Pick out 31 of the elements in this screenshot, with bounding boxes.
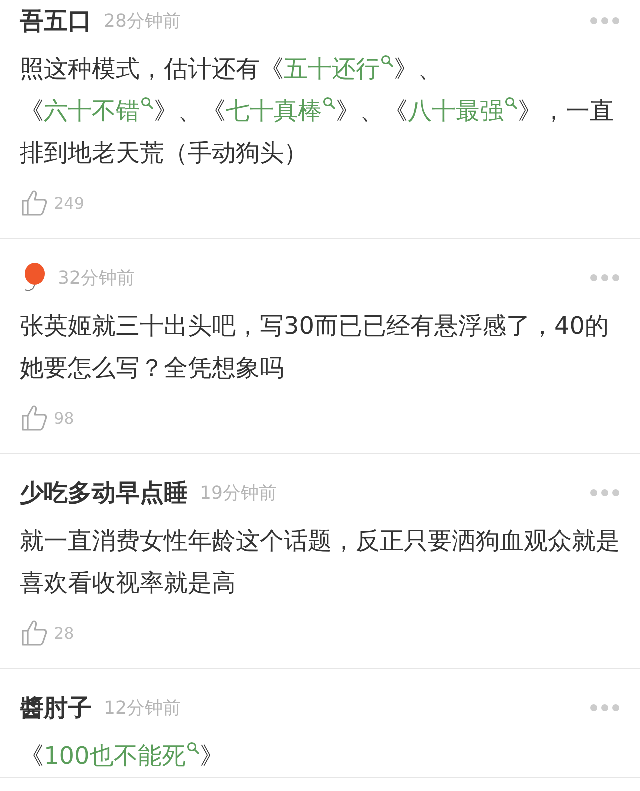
search-icon xyxy=(323,97,336,110)
like-count: 249 xyxy=(54,194,85,212)
search-icon xyxy=(141,97,154,110)
search-icon xyxy=(381,55,394,68)
like-count: 98 xyxy=(54,408,74,428)
search-icon xyxy=(186,742,200,755)
search-link[interactable]: 六十不错 xyxy=(44,97,154,125)
search-link[interactable]: 100也不能死 xyxy=(44,742,200,770)
more-icon[interactable] xyxy=(590,489,620,497)
comment-text: 《100也不能死 》 xyxy=(20,741,225,772)
like-count: 28 xyxy=(54,624,74,642)
thumbs-up-icon[interactable] xyxy=(20,404,48,432)
username[interactable]: 少吃多动早点睡 xyxy=(20,477,188,509)
timestamp: 28分钟前 xyxy=(104,10,181,33)
comment-text: 张英姬就三十出头吧，写30而已已经有悬浮感了，40的她要怎么写？全凭想象吗 xyxy=(20,311,610,384)
timestamp: 12分钟前 xyxy=(104,697,181,720)
thumbs-up-icon[interactable] xyxy=(20,619,48,647)
search-link[interactable]: 八十最强 xyxy=(408,97,518,125)
username[interactable]: 吾五口 xyxy=(20,5,92,37)
search-link[interactable]: 七十真棒 xyxy=(226,97,336,125)
thumbs-up-icon[interactable] xyxy=(20,189,48,217)
comment-text: 照这种模式，估计还有《五十还行 》、《六十不错 》、《七十真棒 》、《八十最强 》，一直排到地老天荒（手动狗头） xyxy=(20,54,615,169)
search-link[interactable]: 五十还行 xyxy=(284,55,394,83)
more-icon[interactable] xyxy=(590,274,620,282)
timestamp: 19分钟前 xyxy=(200,482,277,505)
more-icon[interactable] xyxy=(590,704,620,712)
username[interactable]: 醬肘子 xyxy=(20,692,92,724)
timestamp: 32分钟前 xyxy=(58,267,135,290)
search-icon xyxy=(505,97,518,110)
more-icon[interactable] xyxy=(590,17,620,25)
comment-text: 就一直消费女性年龄这个话题，反正只要洒狗血观众就是喜欢看收视率就是高 xyxy=(20,526,620,599)
